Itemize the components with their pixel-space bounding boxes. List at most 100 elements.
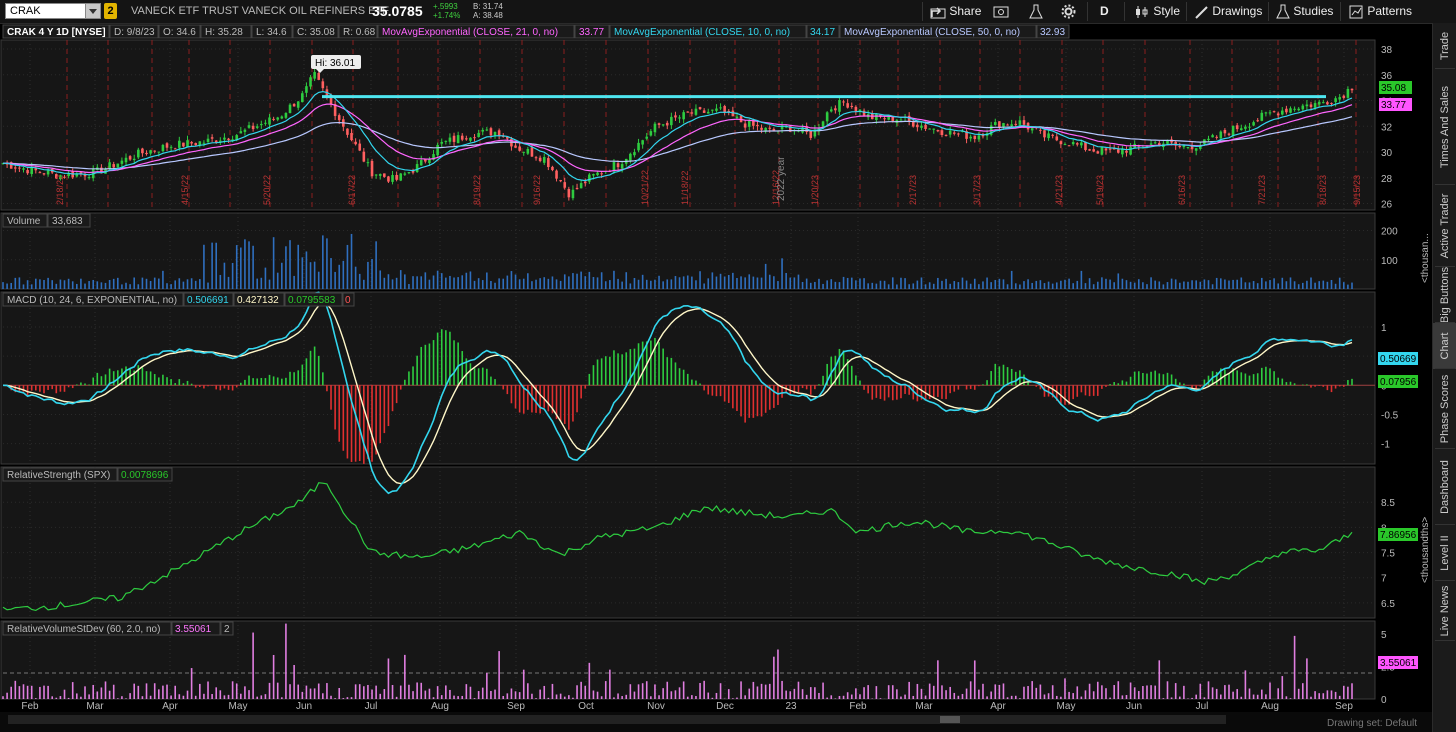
- candle-body: [378, 174, 382, 176]
- candle-body: [366, 162, 370, 164]
- candle-body: [1211, 135, 1214, 138]
- y-tick-label: 1: [1381, 323, 1387, 334]
- symbol-input[interactable]: CRAK: [5, 3, 101, 19]
- y-tick-label: 28: [1381, 174, 1393, 185]
- tab-label: Trade: [1439, 31, 1451, 61]
- candle-body: [1256, 120, 1259, 122]
- candle-body: [1121, 149, 1124, 155]
- drawings-button[interactable]: Drawings: [1194, 3, 1262, 20]
- macd-header: MACD (10, 24, 6, EXPONENTIAL, no) 0.5066…: [2, 292, 355, 307]
- candle-body: [165, 143, 169, 148]
- year-marker: 2022 year: [776, 156, 787, 201]
- candle-body: [1289, 108, 1292, 113]
- x-tick-label: Aug: [431, 701, 449, 712]
- candle-body: [547, 158, 550, 168]
- y-tick-label: 30: [1381, 148, 1393, 159]
- candle-body: [251, 125, 255, 130]
- candle-body: [1166, 140, 1169, 144]
- candle-body: [1231, 125, 1235, 137]
- tab-level-ii[interactable]: Level II: [1433, 525, 1456, 581]
- candle-body: [715, 108, 718, 111]
- macd-diff-tag: 0.07956: [1378, 375, 1418, 388]
- candle-body: [247, 125, 251, 128]
- candle-body: [26, 170, 29, 174]
- scrollbar-thumb[interactable]: [940, 716, 960, 723]
- macd-zero-value: 0: [345, 295, 351, 306]
- candle-body: [485, 129, 489, 131]
- candle-body: [834, 108, 837, 111]
- tab-live-news[interactable]: Live News: [1433, 581, 1456, 641]
- candle-body: [1248, 126, 1251, 128]
- candle-body: [309, 77, 312, 87]
- candle-body: [526, 149, 530, 154]
- candle-body: [743, 123, 747, 128]
- candle-body: [260, 124, 263, 126]
- candle-body: [141, 148, 144, 154]
- candle-body: [1305, 104, 1309, 107]
- candle-body: [428, 159, 431, 164]
- change-percent: +1.74%: [433, 11, 461, 20]
- share-button[interactable]: Share: [930, 3, 981, 20]
- tab-active-trader[interactable]: Active Trader: [1433, 185, 1456, 267]
- style-button[interactable]: Style: [1134, 3, 1180, 20]
- ema21-label: MovAvgExponential (CLOSE, 21, 0, no): [382, 27, 558, 38]
- tab-big-buttons[interactable]: Big Buttons: [1433, 267, 1456, 323]
- candle-body: [1043, 130, 1046, 138]
- candle-body: [276, 117, 280, 120]
- candle-body: [358, 143, 362, 151]
- candle-body: [362, 151, 366, 162]
- tab-times-and-sales[interactable]: Times And Sales: [1433, 69, 1456, 185]
- candle-body: [588, 174, 591, 182]
- candle-body: [1055, 136, 1059, 141]
- studies-label: Studies: [1293, 4, 1334, 18]
- candle-body: [1067, 145, 1071, 147]
- candle-body: [518, 146, 521, 151]
- y-tick-label: 100: [1381, 256, 1398, 267]
- candle-body: [1223, 129, 1227, 134]
- tab-chart[interactable]: Chart: [1433, 323, 1456, 369]
- candle-body: [301, 93, 304, 103]
- share-icon: [930, 7, 946, 19]
- x-tick-label: Sep: [1335, 701, 1353, 712]
- candle-body: [448, 137, 452, 142]
- flask-button[interactable]: [1029, 3, 1043, 20]
- y-tick-label: 6.5: [1381, 599, 1395, 610]
- expiration-date-label: 2/17/23: [908, 175, 918, 205]
- candle-body: [620, 164, 624, 169]
- candle-body: [924, 124, 927, 129]
- ema50-value: 32.93: [1040, 27, 1065, 38]
- expiration-date-label: 3/17/23: [972, 175, 982, 205]
- y-tick-label: 36: [1381, 71, 1393, 82]
- candle-body: [116, 163, 120, 168]
- x-tick-label: Oct: [578, 701, 594, 712]
- x-tick-label: Jul: [365, 701, 378, 712]
- chart-area[interactable]: Feb Mar Apr May Jun Jul Aug Sep Oct Nov Dec 23 Feb Ma…: [0, 23, 1432, 732]
- expiration-date-label: 9/16/22: [532, 175, 542, 205]
- tab-trade[interactable]: Trade: [1433, 23, 1456, 69]
- settings-button[interactable]: [1061, 3, 1076, 20]
- studies-button[interactable]: Studies: [1276, 3, 1333, 20]
- tab-dashboard[interactable]: Dashboard: [1433, 449, 1456, 525]
- candle-body: [42, 173, 46, 175]
- candle-body: [186, 140, 189, 148]
- candle-body: [649, 131, 653, 136]
- ohlc-close: C: 35.08: [297, 27, 335, 38]
- chart-settings-button[interactable]: [993, 3, 1009, 20]
- candle-body: [128, 156, 132, 160]
- chevron-down-icon[interactable]: [85, 4, 100, 18]
- candle-body: [768, 127, 772, 129]
- candle-body: [993, 122, 997, 125]
- period-button[interactable]: D: [1100, 3, 1109, 20]
- ohlc-range: R: 0.68: [343, 27, 376, 38]
- candle-body: [641, 140, 644, 145]
- tab-phase-scores[interactable]: Phase Scores: [1433, 369, 1456, 449]
- candle-body: [456, 135, 460, 144]
- patterns-button[interactable]: Patterns: [1349, 3, 1412, 20]
- candle-body: [489, 128, 493, 136]
- horizontal-scrollbar[interactable]: [8, 715, 1226, 724]
- candle-body: [469, 137, 472, 141]
- link-group-badge[interactable]: 2: [104, 3, 117, 19]
- volume-unit-label: <thousan...: [1420, 233, 1431, 283]
- candle-body: [419, 160, 423, 166]
- candle-body: [842, 101, 845, 103]
